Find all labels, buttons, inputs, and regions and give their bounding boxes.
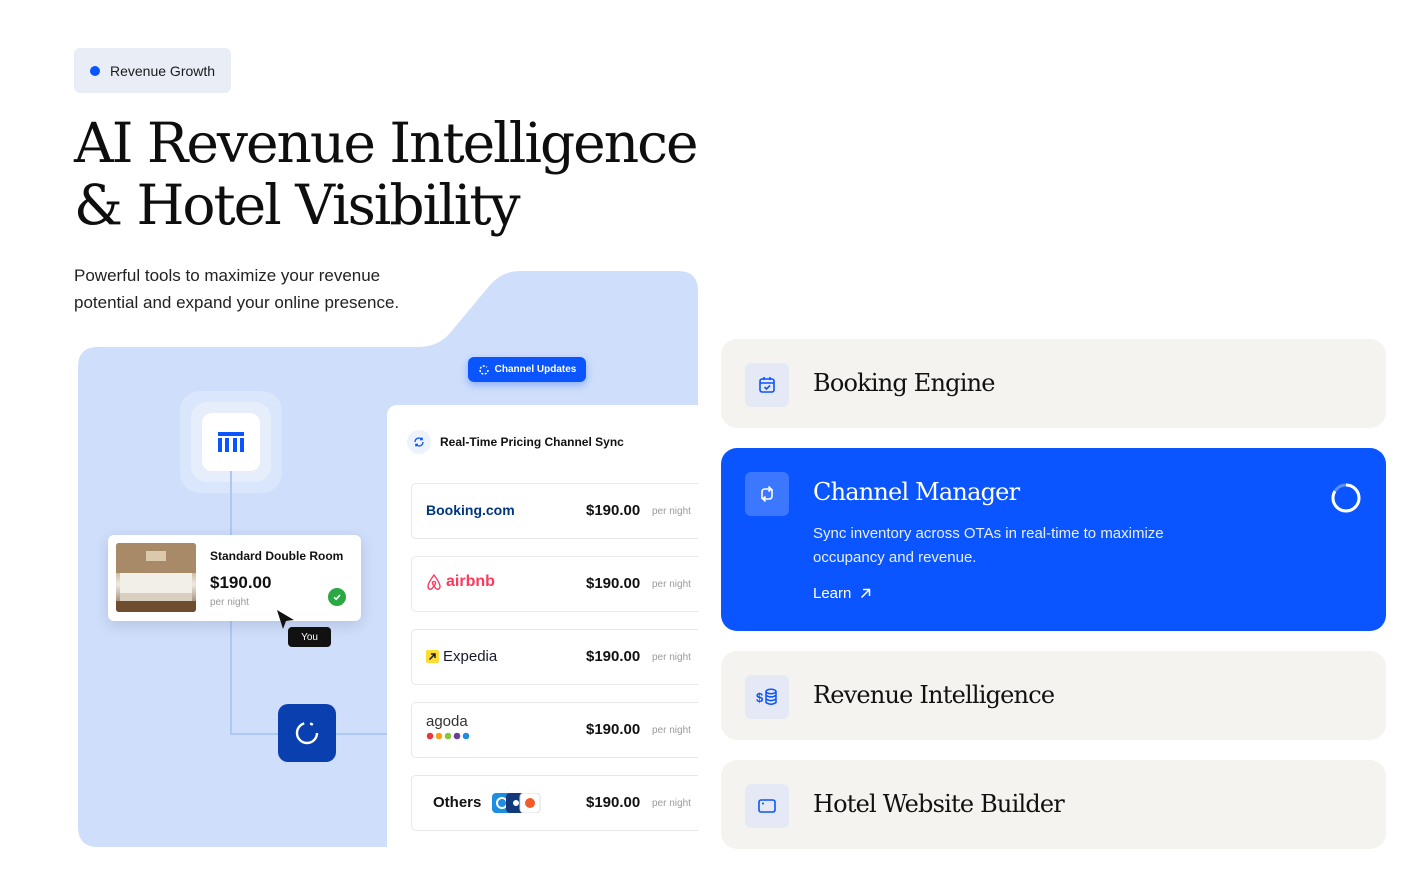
refresh-icon — [478, 364, 489, 375]
connector-line-left — [230, 733, 280, 735]
learn-link[interactable]: Learn — [813, 585, 872, 602]
loading-spinner-icon — [295, 721, 319, 745]
sync-panel-title: Real-Time Pricing Channel Sync — [440, 435, 624, 449]
progress-ring-icon — [1331, 483, 1361, 513]
room-photo — [116, 543, 196, 612]
ota-price: $190.00 — [586, 794, 641, 811]
feature-description: Sync inventory across OTAs in real-time … — [813, 525, 1164, 566]
feature-card-revenue-intelligence[interactable]: $ Revenue Intelligence — [721, 651, 1386, 740]
channel-sync-illustration: Channel Updates Standard Double Room $19… — [78, 271, 698, 847]
ota-price: $190.00 — [586, 648, 641, 665]
booking-logo: Booking.com — [426, 502, 515, 518]
feature-title: Channel Manager — [813, 478, 1020, 506]
arrow-up-right-icon — [861, 588, 871, 599]
expedia-icon — [426, 650, 439, 663]
ota-price: $190.00 — [586, 502, 641, 519]
status-dot-icon — [90, 65, 100, 76]
ota-per-night: per night — [652, 652, 691, 663]
sync-spinner-tile — [278, 704, 336, 762]
room-per-night: per night — [210, 597, 249, 608]
agoda-logo: agoda — [426, 714, 476, 741]
ota-row-agoda: agoda $190.00 per night — [411, 702, 698, 758]
ota-row-booking: Booking.com $190.00 per night — [411, 483, 698, 539]
feature-card-channel-manager[interactable]: Channel Manager Sync inventory across OT… — [721, 448, 1386, 631]
sync-icon — [407, 430, 431, 454]
airbnb-icon — [427, 573, 441, 590]
ota-per-night: per night — [652, 725, 691, 736]
check-icon — [328, 588, 346, 606]
learn-label: Learn — [813, 585, 852, 602]
title-line-2: & Hotel Visibility — [74, 173, 521, 237]
pricing-sync-panel: Real-Time Pricing Channel Sync Booking.c… — [387, 405, 698, 847]
room-card: Standard Double Room $190.00 per night — [108, 535, 361, 621]
feature-title: Hotel Website Builder — [813, 790, 1065, 818]
sync-panel-header: Real-Time Pricing Channel Sync — [407, 430, 624, 454]
ota-price: $190.00 — [586, 575, 641, 592]
hotel-logo — [202, 413, 260, 471]
feature-card-booking-engine[interactable]: Booking Engine — [721, 339, 1386, 428]
page-title: AI Revenue Intelligence & Hotel Visibili… — [74, 111, 698, 237]
ota-price: $190.00 — [586, 721, 641, 738]
calendar-check-icon — [745, 363, 789, 407]
channel-updates-pill: Channel Updates — [468, 357, 586, 382]
title-line-1: AI Revenue Intelligence — [74, 111, 698, 175]
channel-updates-label: Channel Updates — [494, 364, 577, 375]
feature-title: Booking Engine — [813, 369, 995, 397]
feature-card-hotel-website-builder[interactable]: Hotel Website Builder — [721, 760, 1386, 849]
dollar-coins-icon: $ — [745, 675, 789, 719]
badge-label: Revenue Growth — [110, 62, 216, 79]
ota-row-others: Others $190.00 per night — [411, 775, 698, 831]
room-price: $190.00 — [210, 573, 272, 592]
cursor-label: You — [288, 627, 331, 647]
svg-text:$: $ — [756, 690, 764, 705]
room-title: Standard Double Room — [210, 549, 344, 563]
agoda-dots-icon — [426, 732, 470, 740]
ota-per-night: per night — [652, 579, 691, 590]
ota-row-expedia: Expedia $190.00 per night — [411, 629, 698, 685]
category-badge: Revenue Growth — [74, 48, 231, 93]
feature-title: Revenue Intelligence — [813, 681, 1055, 709]
connector-line-right — [336, 733, 388, 735]
other-ota-logos-icon — [492, 793, 541, 813]
hotel-brand-icon — [218, 432, 244, 452]
expedia-logo: Expedia — [426, 648, 497, 665]
ota-row-airbnb: airbnb $190.00 per night — [411, 556, 698, 612]
others-label: Others — [433, 794, 482, 811]
browser-window-icon — [745, 784, 789, 828]
ota-per-night: per night — [652, 506, 691, 517]
sync-arrows-icon — [745, 472, 789, 516]
airbnb-logo: airbnb — [426, 573, 495, 591]
ota-per-night: per night — [652, 798, 691, 809]
